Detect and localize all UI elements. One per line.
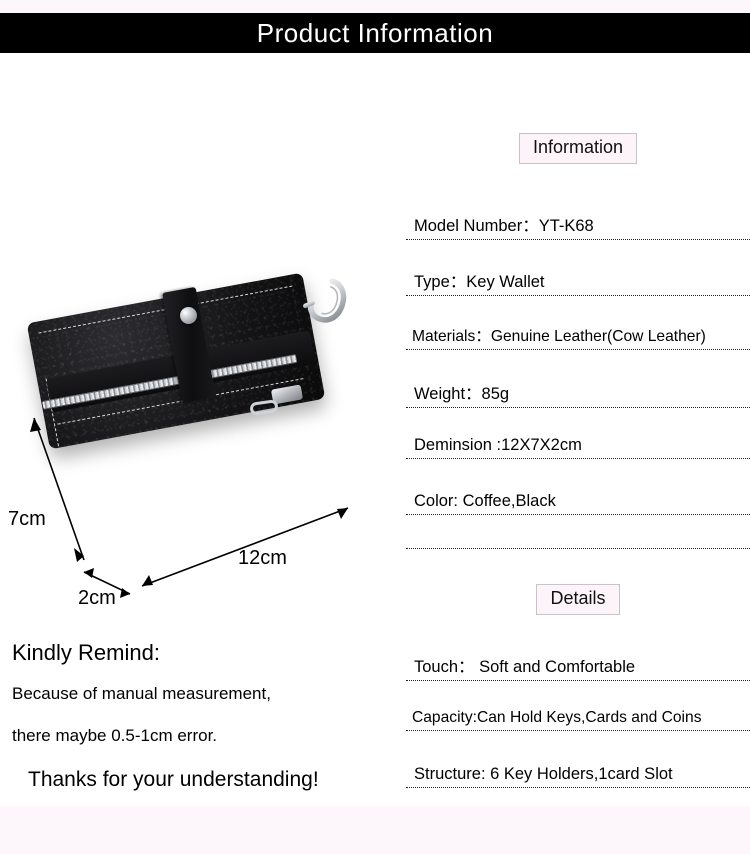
- dimension-label-height: 7cm: [8, 508, 46, 530]
- spec-text-weight: Weight：85g: [414, 385, 510, 403]
- spec-text-capacity: Capacity:Can Hold Keys,Cards and Coins: [412, 709, 702, 726]
- kindly-remind-title: Kindly Remind:: [12, 640, 160, 665]
- details-badge: Details: [536, 584, 620, 615]
- spec-row-weight: Weight：85g: [406, 380, 750, 408]
- spec-text-materials: Materials：Genuine Leather(Cow Leather): [412, 328, 706, 345]
- dimension-label-depth: 2cm: [78, 587, 116, 609]
- spec-row-materials: Materials：Genuine Leather(Cow Leather): [406, 324, 750, 350]
- spec-row-capacity: Capacity:Can Hold Keys,Cards and Coins: [406, 709, 750, 731]
- dimension-label-width: 12cm: [238, 547, 287, 569]
- kindly-remind-line-2: there maybe 0.5-1cm error.: [12, 726, 218, 745]
- spec-row-structure: Structure: 6 Key Holders,1card Slot: [406, 765, 750, 788]
- specification-pane: Information Model Number：YT-K68 Type：Key…: [406, 60, 750, 850]
- spec-text-model-number: Model Number：YT-K68: [414, 217, 594, 235]
- page-header-banner: Product Information: [0, 13, 750, 53]
- spec-row-type: Type：Key Wallet: [406, 268, 750, 296]
- spec-text-type: Type：Key Wallet: [414, 273, 545, 291]
- spec-row-touch: Touch： Soft and Comfortable: [406, 653, 750, 681]
- spec-text-deminsion: Deminsion :12X7X2cm: [414, 436, 582, 454]
- spec-row-blank: [406, 548, 750, 549]
- kindly-remind-block: Kindly Remind: Because of manual measure…: [12, 640, 402, 792]
- product-photo-pane: 7cm 2cm 12cm: [0, 60, 400, 630]
- spec-row-color: Color: Coffee,Black: [406, 492, 750, 515]
- kindly-remind-thanks: Thanks for your understanding!: [28, 768, 319, 791]
- spec-row-model-number: Model Number：YT-K68: [406, 212, 750, 240]
- spec-text-structure: Structure: 6 Key Holders,1card Slot: [414, 765, 673, 783]
- details-section-header: Details: [406, 584, 750, 615]
- zipper-pull-tab: [249, 399, 279, 416]
- kindly-remind-line-1: Because of manual measurement,: [12, 684, 271, 703]
- product-image-key-wallet: [20, 272, 380, 535]
- spec-text-color: Color: Coffee,Black: [414, 492, 556, 510]
- spec-text-touch: Touch： Soft and Comfortable: [414, 658, 636, 676]
- information-badge: Information: [518, 133, 638, 164]
- spec-row-deminsion: Deminsion :12X7X2cm: [406, 436, 750, 459]
- page-title: Product Information: [256, 18, 494, 48]
- page-top-tint-strip: [0, 0, 750, 13]
- information-section-header: Information: [406, 133, 750, 164]
